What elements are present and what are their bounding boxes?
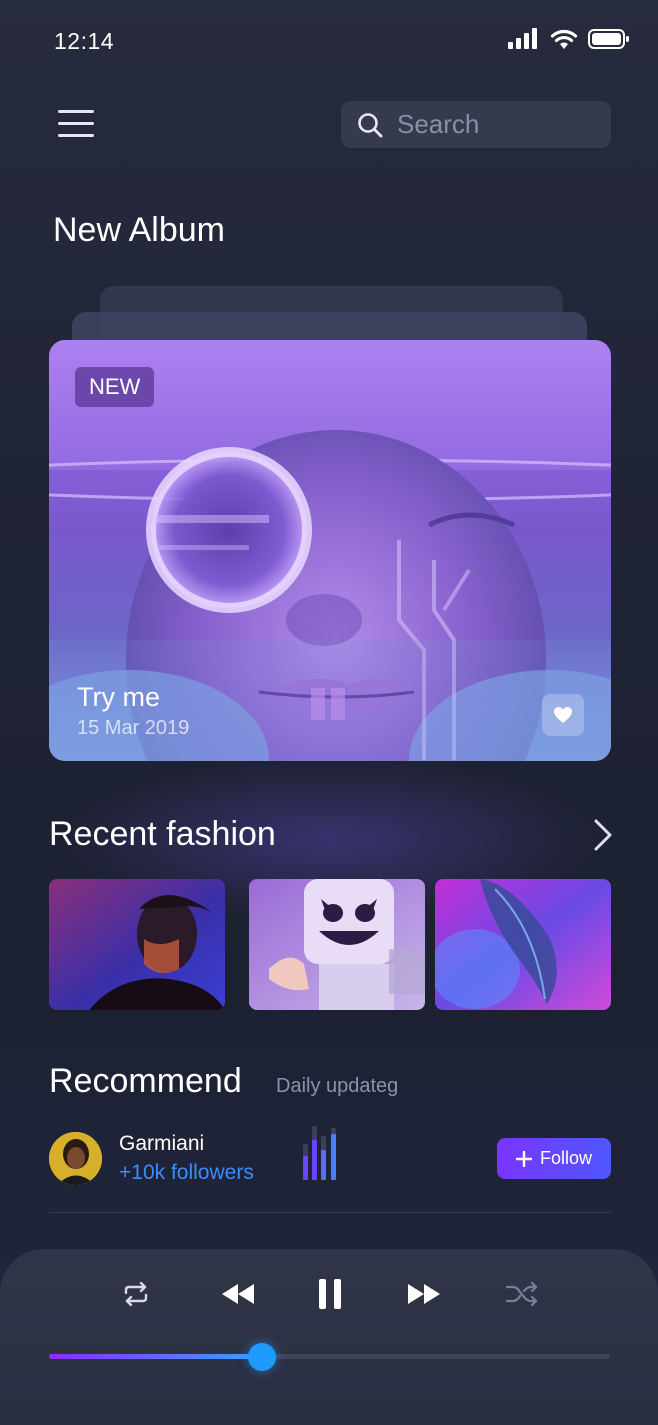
artist-name[interactable]: Garmiani <box>119 1132 204 1156</box>
artist-followers: +10k followers <box>119 1161 254 1184</box>
music-app-screen: 12:14 New Album <box>0 0 658 1425</box>
battery-icon <box>588 29 629 49</box>
status-icons <box>508 28 630 50</box>
progress-fill <box>49 1354 262 1359</box>
avatar[interactable] <box>49 1132 102 1185</box>
signal-icon <box>508 28 537 49</box>
recent-thumbnail-portrait[interactable] <box>49 879 225 1010</box>
chevron-right-icon[interactable] <box>588 815 616 855</box>
progress-knob[interactable] <box>248 1343 276 1371</box>
recent-thumbnail-feather[interactable] <box>435 879 611 1010</box>
pause-icon <box>319 1279 341 1309</box>
divider <box>49 1212 611 1213</box>
avatar-image <box>49 1132 102 1185</box>
fast-forward-icon <box>408 1284 440 1304</box>
album-title: Try me <box>77 682 160 712</box>
thumbnail-image-feather <box>435 879 611 1010</box>
wifi-icon <box>550 29 578 49</box>
status-time: 12:14 <box>54 28 115 54</box>
recommend-title: Recommend <box>49 1062 242 1100</box>
recent-fashion-title: Recent fashion <box>49 815 276 853</box>
rewind-icon <box>222 1284 254 1304</box>
heart-icon <box>554 707 572 723</box>
recommend-subtitle: Daily updateg <box>276 1075 399 1097</box>
follow-button[interactable]: Follow <box>497 1138 611 1179</box>
fast-forward-button[interactable] <box>402 1277 446 1311</box>
search-input[interactable] <box>397 109 587 140</box>
favorite-button[interactable] <box>542 694 584 736</box>
recent-thumbnail-marshmello[interactable] <box>249 879 425 1010</box>
repeat-icon <box>124 1282 148 1306</box>
progress-slider[interactable] <box>49 1343 610 1371</box>
mini-player <box>0 1249 658 1425</box>
menu-icon[interactable] <box>58 110 94 138</box>
thumbnail-image-portrait <box>49 879 225 1010</box>
new-album-title: New Album <box>53 211 225 249</box>
shuffle-icon <box>506 1282 538 1306</box>
plus-icon <box>515 1150 532 1167</box>
rewind-button[interactable] <box>216 1277 260 1311</box>
new-badge: NEW <box>75 367 155 407</box>
album-date: 15 Mar 2019 <box>77 717 190 739</box>
search-bar[interactable] <box>341 101 611 148</box>
follow-label: Follow <box>539 1148 592 1168</box>
repeat-button[interactable] <box>116 1277 156 1311</box>
shuffle-button[interactable] <box>502 1277 542 1311</box>
equalizer-icon <box>303 1126 336 1180</box>
search-icon <box>358 112 383 137</box>
pause-button[interactable] <box>310 1273 350 1315</box>
album-card[interactable]: NEW Try me 15 Mar 2019 <box>49 340 611 761</box>
thumbnail-image-marshmello <box>249 879 425 1010</box>
